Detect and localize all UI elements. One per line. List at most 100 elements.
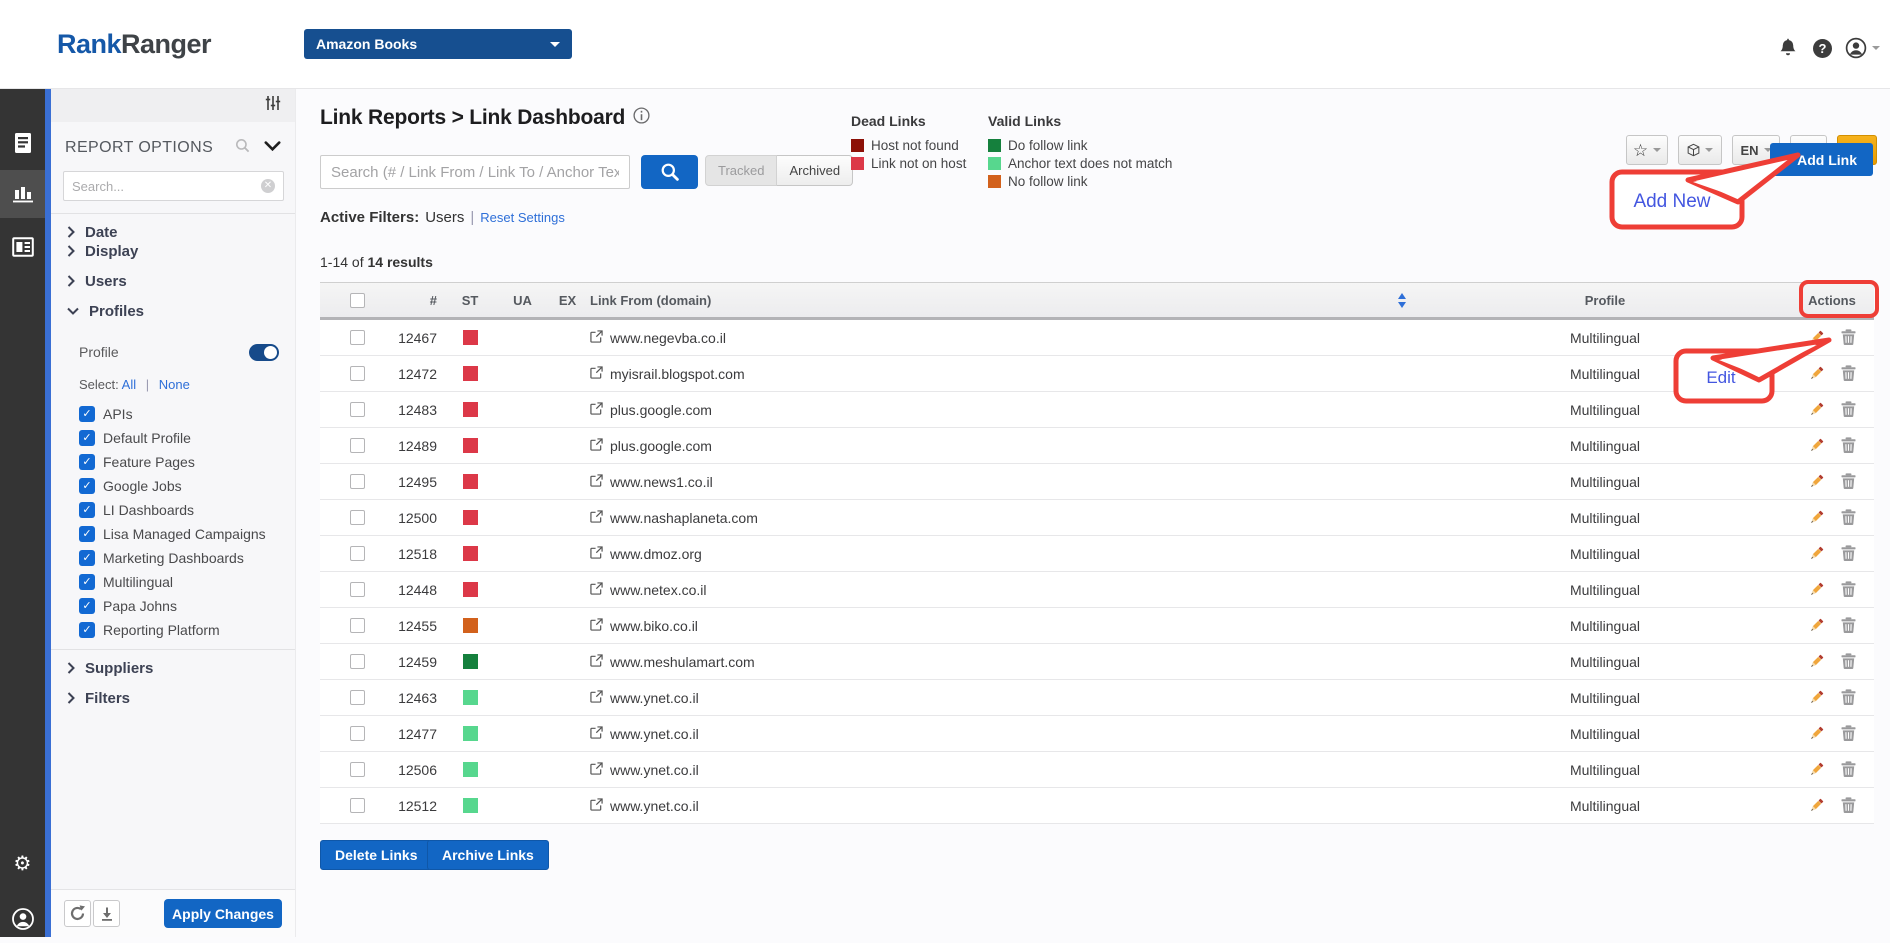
delete-trash-icon[interactable] [1841, 473, 1856, 490]
edit-pencil-icon[interactable] [1808, 653, 1825, 670]
edit-pencil-icon[interactable] [1808, 689, 1825, 706]
clear-search-icon[interactable]: ✕ [261, 179, 275, 193]
profile-checkbox-item[interactable]: ✓Papa Johns [79, 594, 289, 618]
user-menu-caret-icon[interactable] [1872, 46, 1880, 50]
link-from-domain[interactable]: plus.google.com [610, 438, 712, 454]
column-header-id[interactable]: # [390, 293, 440, 308]
user-account-icon[interactable] [1844, 36, 1868, 60]
filter-sliders-icon[interactable] [265, 95, 281, 116]
tracked-tab[interactable]: Tracked [705, 155, 777, 186]
checkbox-checked-icon[interactable]: ✓ [79, 526, 95, 542]
row-checkbox[interactable] [350, 618, 365, 633]
nav-dashboard-icon[interactable] [0, 223, 45, 271]
link-from-domain[interactable]: myisrail.blogspot.com [610, 366, 745, 382]
edit-pencil-icon[interactable] [1808, 473, 1825, 490]
row-checkbox[interactable] [350, 798, 365, 813]
edit-pencil-icon[interactable] [1808, 437, 1825, 454]
profile-checkbox-item[interactable]: ✓Default Profile [79, 426, 289, 450]
checkbox-checked-icon[interactable]: ✓ [79, 502, 95, 518]
delete-trash-icon[interactable] [1841, 581, 1856, 598]
row-checkbox[interactable] [350, 474, 365, 489]
select-all-checkbox[interactable] [350, 293, 365, 308]
link-from-domain[interactable]: www.biko.co.il [610, 618, 698, 634]
nav-analytics-icon[interactable] [0, 170, 45, 218]
link-from-domain[interactable]: www.ynet.co.il [610, 798, 699, 814]
edit-pencil-icon[interactable] [1808, 581, 1825, 598]
checkbox-checked-icon[interactable]: ✓ [79, 430, 95, 446]
link-from-domain[interactable]: www.ynet.co.il [610, 690, 699, 706]
row-checkbox[interactable] [350, 546, 365, 561]
delete-trash-icon[interactable] [1841, 437, 1856, 454]
row-checkbox[interactable] [350, 510, 365, 525]
checkbox-checked-icon[interactable]: ✓ [79, 550, 95, 566]
link-from-domain[interactable]: www.news1.co.il [610, 474, 713, 490]
row-checkbox[interactable] [350, 366, 365, 381]
sort-arrows-icon[interactable] [1398, 293, 1406, 308]
profile-checkbox-item[interactable]: ✓LI Dashboards [79, 498, 289, 522]
delete-trash-icon[interactable] [1841, 725, 1856, 742]
sidebar-section-filters[interactable]: Filters [51, 683, 295, 713]
sidebar-section-profiles[interactable]: Profiles [51, 296, 295, 326]
delete-trash-icon[interactable] [1841, 761, 1856, 778]
link-from-domain[interactable]: www.nashaplaneta.com [610, 510, 758, 526]
delete-links-button[interactable]: Delete Links [320, 840, 432, 870]
checkbox-checked-icon[interactable]: ✓ [79, 478, 95, 494]
link-from-domain[interactable]: www.ynet.co.il [610, 726, 699, 742]
profile-checkbox-item[interactable]: ✓Feature Pages [79, 450, 289, 474]
edit-pencil-icon[interactable] [1808, 617, 1825, 634]
profile-checkbox-item[interactable]: ✓Google Jobs [79, 474, 289, 498]
apply-changes-button[interactable]: Apply Changes [164, 899, 282, 928]
info-icon[interactable] [633, 107, 650, 129]
delete-trash-icon[interactable] [1841, 617, 1856, 634]
checkbox-checked-icon[interactable]: ✓ [79, 574, 95, 590]
column-header-profile[interactable]: Profile [1420, 293, 1790, 308]
row-checkbox[interactable] [350, 438, 365, 453]
sidebar-section-users[interactable]: Users [51, 266, 295, 296]
row-checkbox[interactable] [350, 582, 365, 597]
row-checkbox[interactable] [350, 762, 365, 777]
reset-settings-link[interactable]: Reset Settings [480, 210, 565, 225]
link-from-domain[interactable]: www.negevba.co.il [610, 330, 726, 346]
column-header-link-from[interactable]: Link From (domain) [590, 293, 1420, 308]
link-search-input[interactable] [320, 155, 630, 189]
delete-trash-icon[interactable] [1841, 797, 1856, 814]
campaign-selector-dropdown[interactable]: Amazon Books [304, 29, 572, 59]
select-none-link[interactable]: None [159, 377, 190, 392]
edit-pencil-icon[interactable] [1808, 545, 1825, 562]
profile-checkbox-item[interactable]: ✓Marketing Dashboards [79, 546, 289, 570]
checkbox-checked-icon[interactable]: ✓ [79, 598, 95, 614]
archive-links-button[interactable]: Archive Links [427, 840, 549, 870]
link-from-domain[interactable]: www.netex.co.il [610, 582, 706, 598]
row-checkbox[interactable] [350, 330, 365, 345]
export-download-button[interactable] [93, 900, 120, 927]
column-header-ex[interactable]: EX [545, 293, 590, 308]
panel-collapse-chevron-icon[interactable] [264, 139, 281, 157]
profile-checkbox-item[interactable]: ✓Reporting Platform [79, 618, 289, 642]
delete-trash-icon[interactable] [1841, 689, 1856, 706]
checkbox-checked-icon[interactable]: ✓ [79, 406, 95, 422]
help-icon[interactable]: ? [1810, 36, 1834, 60]
edit-pencil-icon[interactable] [1808, 797, 1825, 814]
panel-search-icon[interactable] [235, 138, 264, 158]
edit-pencil-icon[interactable] [1808, 761, 1825, 778]
row-checkbox[interactable] [350, 726, 365, 741]
checkbox-checked-icon[interactable]: ✓ [79, 454, 95, 470]
profile-checkbox-item[interactable]: ✓Lisa Managed Campaigns [79, 522, 289, 546]
column-header-ua[interactable]: UA [500, 293, 545, 308]
column-header-st[interactable]: ST [440, 293, 500, 308]
link-from-domain[interactable]: www.dmoz.org [610, 546, 702, 562]
reset-refresh-button[interactable] [64, 900, 91, 927]
sidebar-section-display[interactable]: Display [51, 236, 295, 266]
panel-search-input[interactable] [72, 179, 261, 194]
search-button[interactable] [641, 155, 698, 189]
delete-trash-icon[interactable] [1841, 653, 1856, 670]
link-from-domain[interactable]: plus.google.com [610, 402, 712, 418]
select-all-link[interactable]: All [122, 377, 136, 392]
row-checkbox[interactable] [350, 690, 365, 705]
row-checkbox[interactable] [350, 654, 365, 669]
link-from-domain[interactable]: www.ynet.co.il [610, 762, 699, 778]
edit-pencil-icon[interactable] [1808, 509, 1825, 526]
edit-pencil-icon[interactable] [1808, 725, 1825, 742]
row-checkbox[interactable] [350, 402, 365, 417]
profile-checkbox-item[interactable]: ✓Multilingual [79, 570, 289, 594]
